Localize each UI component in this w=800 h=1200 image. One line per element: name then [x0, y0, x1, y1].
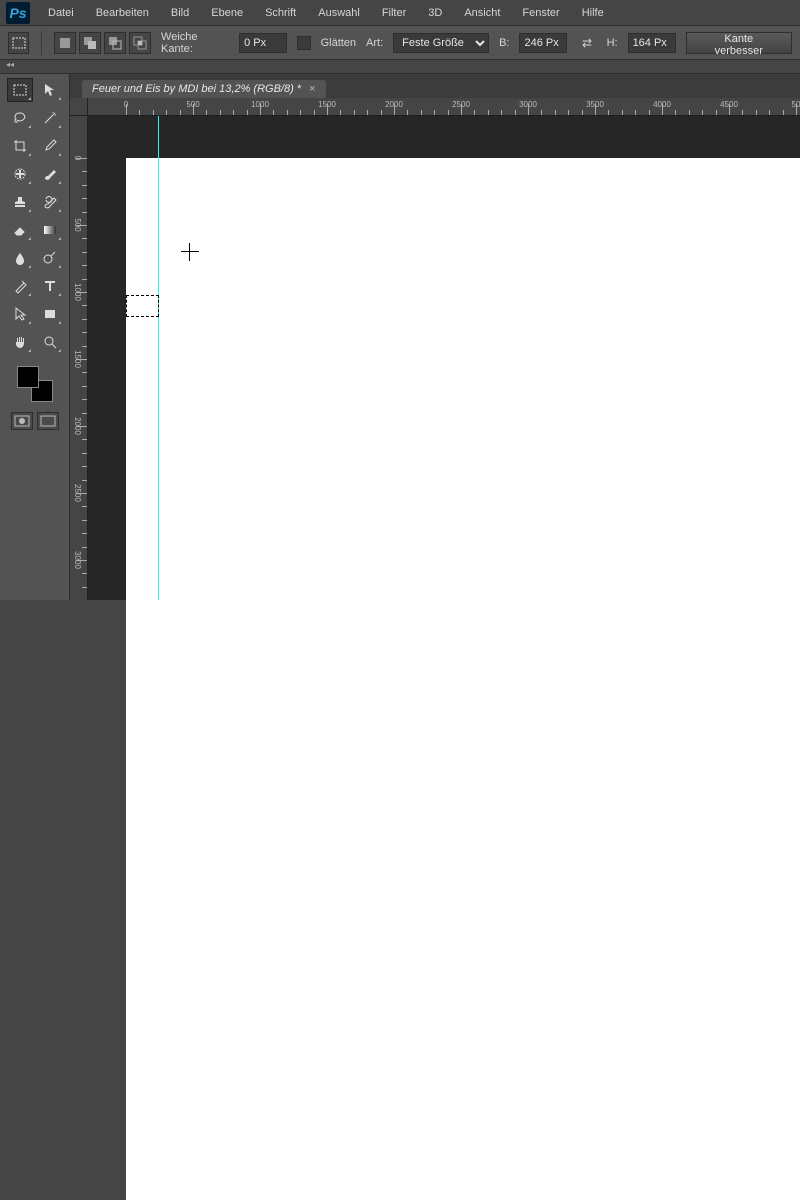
- tool-gradient[interactable]: [37, 218, 63, 242]
- selmode-subtract-icon[interactable]: [104, 32, 126, 54]
- ruler-h-label: 2000: [385, 100, 403, 109]
- ruler-v-label: 2000: [73, 417, 82, 435]
- ruler-v-label: 3000: [73, 551, 82, 569]
- menu-schrift[interactable]: Schrift: [255, 5, 306, 21]
- width-label: B:: [499, 37, 509, 49]
- document-tab-title: Feuer und Eis by MDI bei 13,2% (RGB/8) *: [92, 83, 301, 95]
- tool-palette: [0, 74, 70, 600]
- feather-input[interactable]: [239, 33, 287, 53]
- menu-bearbeiten[interactable]: Bearbeiten: [86, 5, 159, 21]
- menu-hilfe[interactable]: Hilfe: [572, 5, 614, 21]
- tool-pen[interactable]: [7, 274, 33, 298]
- height-input[interactable]: [628, 33, 676, 53]
- ruler-v-label: 0: [73, 156, 82, 160]
- tool-crop[interactable]: [7, 134, 33, 158]
- tool-eraser[interactable]: [7, 218, 33, 242]
- antialias-checkbox: [297, 36, 310, 50]
- refine-edge-button[interactable]: Kante verbesser: [686, 32, 792, 54]
- document-tabstrip: Feuer und Eis by MDI bei 13,2% (RGB/8) *…: [70, 74, 800, 98]
- tool-move[interactable]: [37, 78, 63, 102]
- foreground-swatch[interactable]: [17, 366, 39, 388]
- guide-vertical[interactable]: [158, 116, 159, 600]
- ruler-horizontal[interactable]: 0 500 1000 1500 2000 2500 3000 3500 4000 4500 50: [88, 98, 800, 116]
- ruler-h-label: 0: [124, 100, 128, 109]
- menu-ansicht[interactable]: Ansicht: [454, 5, 510, 21]
- close-tab-icon[interactable]: ×: [309, 83, 315, 95]
- canvas-paper[interactable]: [126, 158, 800, 1200]
- ruler-h-label: 1000: [251, 100, 269, 109]
- tool-eyedropper[interactable]: [37, 134, 63, 158]
- tool-marquee[interactable]: [7, 78, 33, 102]
- ruler-v-label: 2500: [73, 484, 82, 502]
- tool-lasso[interactable]: [7, 106, 33, 130]
- tool-healing[interactable]: [7, 162, 33, 186]
- selmode-intersect-icon[interactable]: [129, 32, 151, 54]
- tool-brush[interactable]: [37, 162, 63, 186]
- collapse-arrow-icon[interactable]: ◂◂: [0, 60, 20, 73]
- antialias-label: Glätten: [321, 37, 356, 49]
- menu-3d[interactable]: 3D: [418, 5, 452, 21]
- selection-mode-buttons: [54, 32, 151, 54]
- ruler-vertical[interactable]: 0 500 1000 1500 2000 2500 3000: [70, 116, 88, 600]
- tool-wand[interactable]: [37, 106, 63, 130]
- menu-auswahl[interactable]: Auswahl: [308, 5, 370, 21]
- tool-type[interactable]: [37, 274, 63, 298]
- feather-label: Weiche Kante:: [161, 31, 229, 55]
- canvas-wrap: 0 500 1000 1500 2000 2500 3000 3500 4000 4500 50 0…: [70, 98, 800, 600]
- quickmask-icon[interactable]: [11, 412, 33, 430]
- tool-blur[interactable]: [7, 246, 33, 270]
- ruler-h-label: 500: [186, 100, 199, 109]
- ruler-h-label: 3000: [519, 100, 537, 109]
- tool-stamp[interactable]: [7, 190, 33, 214]
- ruler-v-label: 500: [73, 218, 82, 231]
- tool-zoom[interactable]: [37, 330, 63, 354]
- height-label: H:: [607, 37, 618, 49]
- tool-shape[interactable]: [37, 302, 63, 326]
- selmode-add-icon[interactable]: [79, 32, 101, 54]
- tool-path-select[interactable]: [7, 302, 33, 326]
- swap-wh-icon[interactable]: ⇄: [577, 33, 596, 53]
- menu-ebene[interactable]: Ebene: [201, 5, 253, 21]
- document-area: Feuer und Eis by MDI bei 13,2% (RGB/8) *…: [70, 74, 800, 600]
- collapse-strip: ◂◂: [0, 60, 800, 74]
- selmode-new-icon[interactable]: [54, 32, 76, 54]
- ruler-h-label: 2500: [452, 100, 470, 109]
- tool-history-brush[interactable]: [37, 190, 63, 214]
- menubar: Ps DateiBearbeitenBildEbeneSchriftAuswah…: [0, 0, 800, 26]
- ruler-h-label: 4000: [653, 100, 671, 109]
- ruler-h-label: 4500: [720, 100, 738, 109]
- marquee-selection[interactable]: [126, 295, 159, 317]
- document-tab[interactable]: Feuer und Eis by MDI bei 13,2% (RGB/8) *…: [82, 80, 326, 98]
- tool-dodge[interactable]: [37, 246, 63, 270]
- ruler-h-label: 50: [792, 100, 800, 109]
- ruler-corner: [70, 98, 88, 116]
- color-swatches[interactable]: [15, 364, 55, 404]
- ruler-v-label: 1000: [73, 283, 82, 301]
- tool-hand[interactable]: [7, 330, 33, 354]
- menu-datei[interactable]: Datei: [38, 5, 84, 21]
- workspace: Feuer und Eis by MDI bei 13,2% (RGB/8) *…: [0, 74, 800, 600]
- style-label: Art:: [366, 37, 383, 49]
- app-logo: Ps: [6, 2, 30, 24]
- marquee-rect-icon[interactable]: [8, 32, 29, 54]
- menu-bild[interactable]: Bild: [161, 5, 199, 21]
- canvas-viewport[interactable]: [88, 116, 800, 600]
- menu-filter[interactable]: Filter: [372, 5, 416, 21]
- menu-fenster[interactable]: Fenster: [512, 5, 569, 21]
- style-select[interactable]: Feste Größe: [393, 33, 489, 53]
- ruler-v-label: 1500: [73, 350, 82, 368]
- width-input[interactable]: [519, 33, 567, 53]
- ruler-h-label: 1500: [318, 100, 336, 109]
- ruler-h-label: 3500: [586, 100, 604, 109]
- options-bar: Weiche Kante: Glätten Art: Feste Größe B…: [0, 26, 800, 60]
- screenmode-icon[interactable]: [37, 412, 59, 430]
